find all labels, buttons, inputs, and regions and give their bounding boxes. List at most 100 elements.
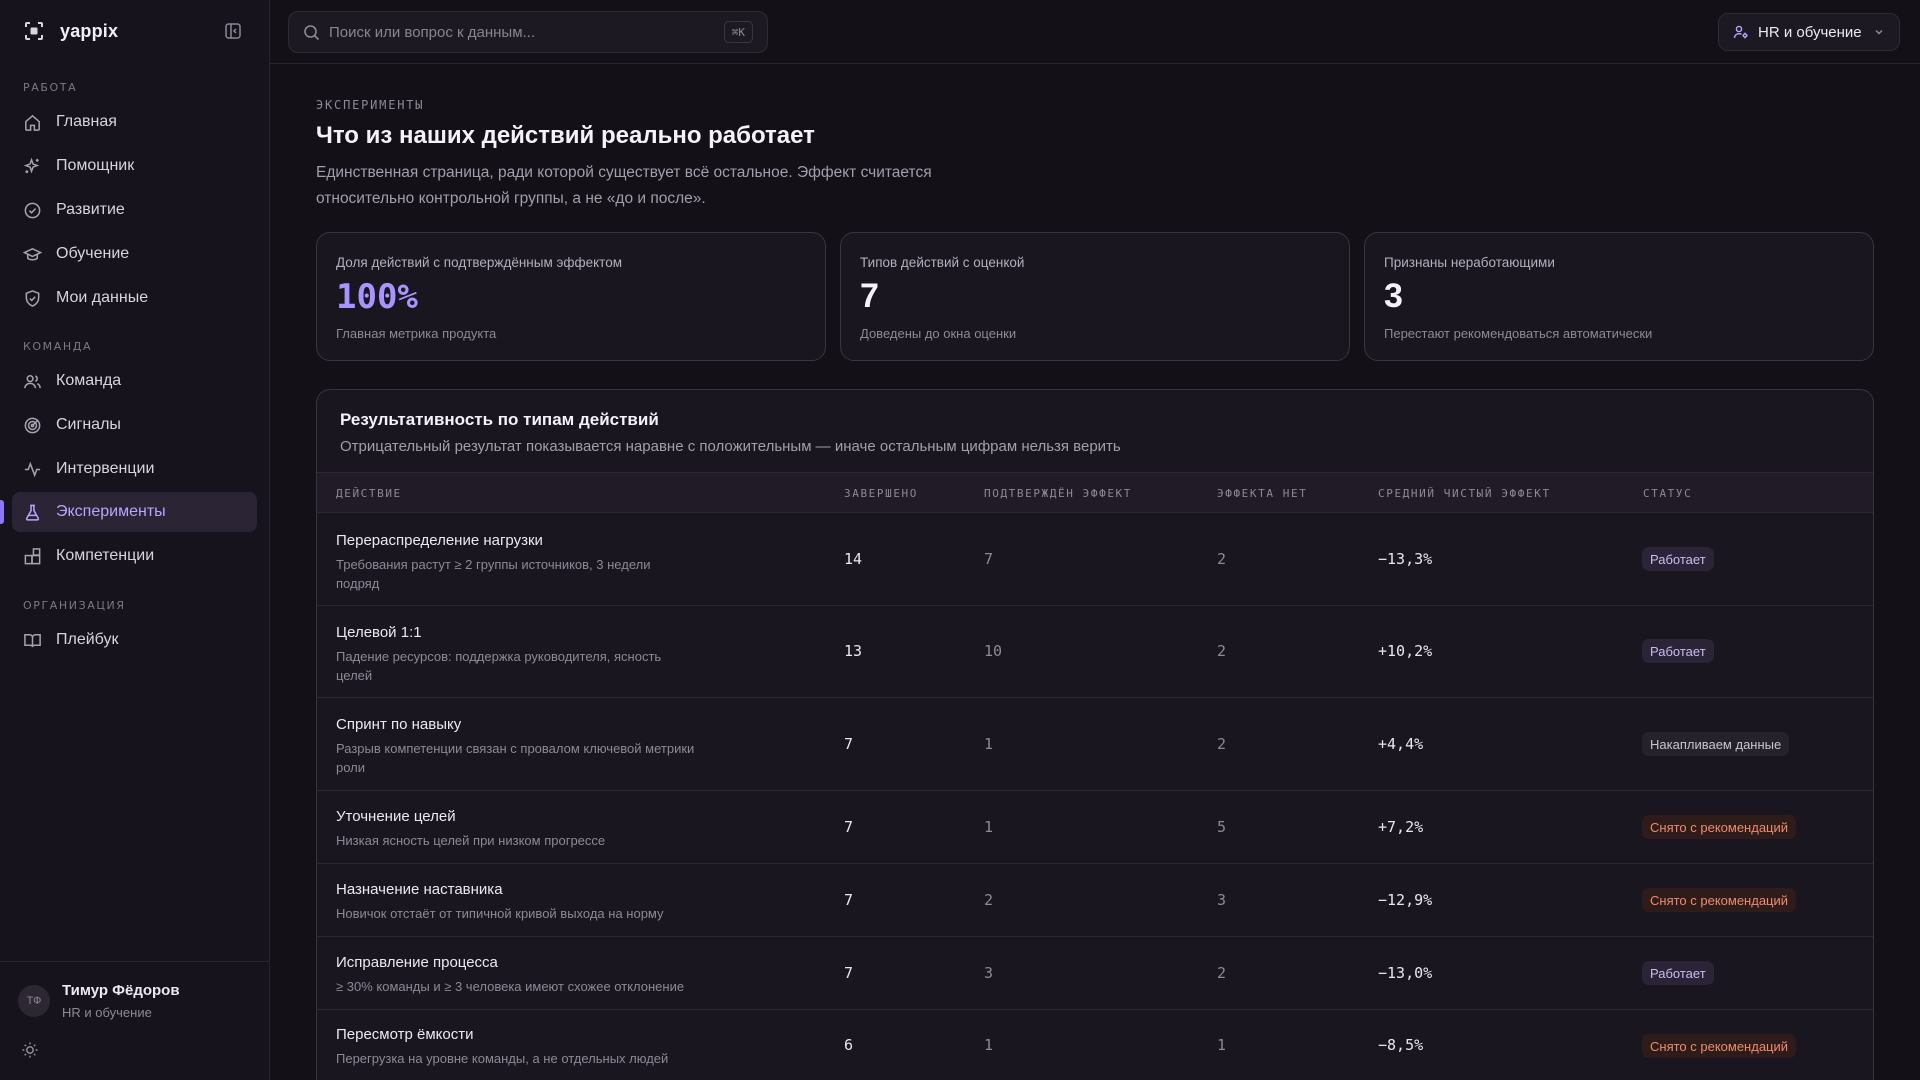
- column-header-confirmed[interactable]: ПОДТВЕРЖДЁН ЭФФЕКТ: [984, 487, 1132, 500]
- divider: [0, 961, 270, 962]
- table-row[interactable]: Уточнение целей Низкая ясность целей при…: [317, 791, 1873, 864]
- table-row[interactable]: Пересмотр ёмкости Перегрузка на уровне к…: [317, 1010, 1873, 1080]
- blocks-icon: [24, 547, 41, 564]
- table-row[interactable]: Назначение наставника Новичок отстаёт от…: [317, 864, 1873, 937]
- kpi-value: 100%: [336, 277, 418, 317]
- topbar: ⌘K HR и обучение: [270, 0, 1920, 64]
- sidebar-item-home[interactable]: Главная: [12, 102, 257, 142]
- radar-icon: [24, 417, 41, 433]
- avatar[interactable]: ТФ: [18, 985, 50, 1017]
- sidebar-item-interventions[interactable]: Интервенции: [12, 449, 257, 489]
- sidebar-item-label: Помощник: [56, 157, 135, 174]
- net-effect: +10,2%: [1378, 642, 1433, 660]
- completed-count: 7: [844, 735, 854, 753]
- status-badge: Работает: [1642, 547, 1714, 571]
- no-effect-count: 5: [1217, 818, 1227, 836]
- sidebar-item-label: Обучение: [56, 245, 130, 262]
- shield-check-icon: [25, 289, 40, 307]
- graduation-cap-icon: [23, 247, 42, 260]
- table-row[interactable]: Исправление процесса ≥ 30% команды и ≥ 3…: [317, 937, 1873, 1010]
- kpi-card-confirmed-share: Доля действий с подтверждённым эффектом …: [316, 232, 826, 361]
- column-header-no-effect[interactable]: ЭФФЕКТА НЕТ: [1217, 487, 1307, 500]
- brand-name: yappix: [60, 20, 119, 41]
- net-effect: −8,5%: [1378, 1036, 1424, 1054]
- column-header-net-effect[interactable]: СРЕДНИЙ ЧИСТЫЙ ЭФФЕКТ: [1378, 487, 1551, 500]
- kpi-value: 3: [1384, 277, 1403, 315]
- brand[interactable]: yappix: [22, 19, 118, 43]
- section-label-organization: ОРГАНИЗАЦИЯ: [23, 599, 126, 612]
- logo-icon: [25, 22, 43, 40]
- user-cog-icon: [1733, 25, 1748, 39]
- confirmed-count: 1: [984, 818, 994, 836]
- table-row[interactable]: Спринт по навыку Разрыв компетенции связ…: [317, 698, 1873, 791]
- section-label-work: РАБОТА: [23, 81, 78, 94]
- check-circle-icon: [24, 202, 41, 218]
- completed-count: 14: [844, 550, 863, 568]
- book-open-icon: [24, 633, 41, 647]
- sidebar-item-label: Интервенции: [56, 460, 155, 477]
- sidebar-collapse-icon[interactable]: [224, 22, 242, 40]
- action-name: Целевой 1:1: [336, 624, 422, 641]
- sidebar-item-signals[interactable]: Сигналы: [12, 405, 257, 445]
- column-header-status[interactable]: СТАТУС: [1643, 487, 1692, 500]
- no-effect-count: 2: [1217, 550, 1227, 568]
- net-effect: −12,9%: [1378, 891, 1433, 909]
- sidebar-item-my-data[interactable]: Мои данные: [12, 278, 257, 318]
- theme-toggle-sun-icon[interactable]: [21, 1041, 39, 1059]
- table-title: Результативность по типам действий: [340, 410, 659, 429]
- status-badge: Работает: [1642, 639, 1714, 663]
- no-effect-count: 2: [1217, 642, 1227, 660]
- sidebar-item-development[interactable]: Развитие: [12, 190, 257, 230]
- sidebar-item-label: Главная: [56, 113, 117, 130]
- kpi-card-evaluated-types: Типов действий с оценкой 7 Доведены до о…: [840, 232, 1350, 361]
- page-description: Единственная страница, ради которой суще…: [316, 164, 932, 207]
- action-description: Новичок отстаёт от типичной кривой выход…: [336, 906, 664, 921]
- no-effect-count: 3: [1217, 891, 1227, 909]
- column-header-completed[interactable]: ЗАВЕРШЕНО: [844, 487, 918, 500]
- results-table-card: Результативность по типам действий Отриц…: [316, 389, 1874, 1080]
- chevron-down-icon: [1875, 29, 1883, 35]
- section-label-team: КОМАНДА: [23, 340, 93, 353]
- sidebar-item-label: Компетенции: [56, 547, 155, 564]
- status-badge: Снято с рекомендаций: [1642, 888, 1797, 912]
- sidebar-item-playbook[interactable]: Плейбук: [12, 620, 257, 660]
- table-subtitle: Отрицательный результат показывается нар…: [340, 438, 1121, 455]
- sidebar-item-experiments[interactable]: Эксперименты: [12, 492, 257, 532]
- kpi-note: Главная метрика продукта: [336, 326, 497, 341]
- no-effect-count: 2: [1217, 735, 1227, 753]
- no-effect-count: 1: [1217, 1036, 1227, 1054]
- sidebar-item-team[interactable]: Команда: [12, 361, 257, 401]
- user-role: HR и обучение: [62, 1005, 152, 1020]
- sidebar-item-label: Эксперименты: [56, 503, 166, 520]
- sidebar-item-assistant[interactable]: Помощник: [12, 146, 257, 186]
- activity-icon: [24, 461, 41, 477]
- users-icon: [24, 374, 41, 388]
- completed-count: 7: [844, 818, 854, 836]
- action-description: Перегрузка на уровне команды, а не отдел…: [336, 1051, 669, 1066]
- sparkles-icon: [23, 157, 40, 173]
- search-icon: [304, 25, 320, 41]
- kpi-note: Доведены до окна оценки: [860, 326, 1017, 341]
- kpi-label: Доля действий с подтверждённым эффектом: [336, 255, 622, 270]
- column-header-action[interactable]: ДЕЙСТВИЕ: [336, 487, 402, 500]
- completed-count: 7: [844, 891, 854, 909]
- action-name: Назначение наставника: [336, 881, 503, 898]
- confirmed-count: 1: [984, 1036, 994, 1054]
- search-bar[interactable]: ⌘K: [288, 11, 768, 53]
- action-name: Перераспределение нагрузки: [336, 532, 543, 549]
- search-input[interactable]: [329, 20, 699, 44]
- flask-icon: [25, 504, 40, 521]
- action-description: Падение ресурсов: поддержка руководителя…: [336, 649, 662, 683]
- sidebar-item-learning[interactable]: Обучение: [12, 234, 257, 274]
- table-row[interactable]: Целевой 1:1 Падение ресурсов: поддержка …: [317, 606, 1873, 698]
- sidebar-item-competencies[interactable]: Компетенции: [12, 536, 257, 576]
- role-selector[interactable]: HR и обучение: [1718, 13, 1900, 51]
- kpi-value: 7: [860, 277, 879, 315]
- status-badge: Снято с рекомендаций: [1642, 815, 1797, 839]
- table-header: ДЕЙСТВИЕ ЗАВЕРШЕНО ПОДТВЕРЖДЁН ЭФФЕКТ ЭФ…: [317, 472, 1873, 513]
- table-row[interactable]: Перераспределение нагрузки Требования ра…: [317, 513, 1873, 606]
- net-effect: +7,2%: [1378, 818, 1424, 836]
- page-eyebrow: ЭКСПЕРИМЕНТЫ: [316, 98, 425, 112]
- confirmed-count: 2: [984, 891, 994, 909]
- kpi-note: Перестают рекомендоваться автоматически: [1384, 326, 1653, 341]
